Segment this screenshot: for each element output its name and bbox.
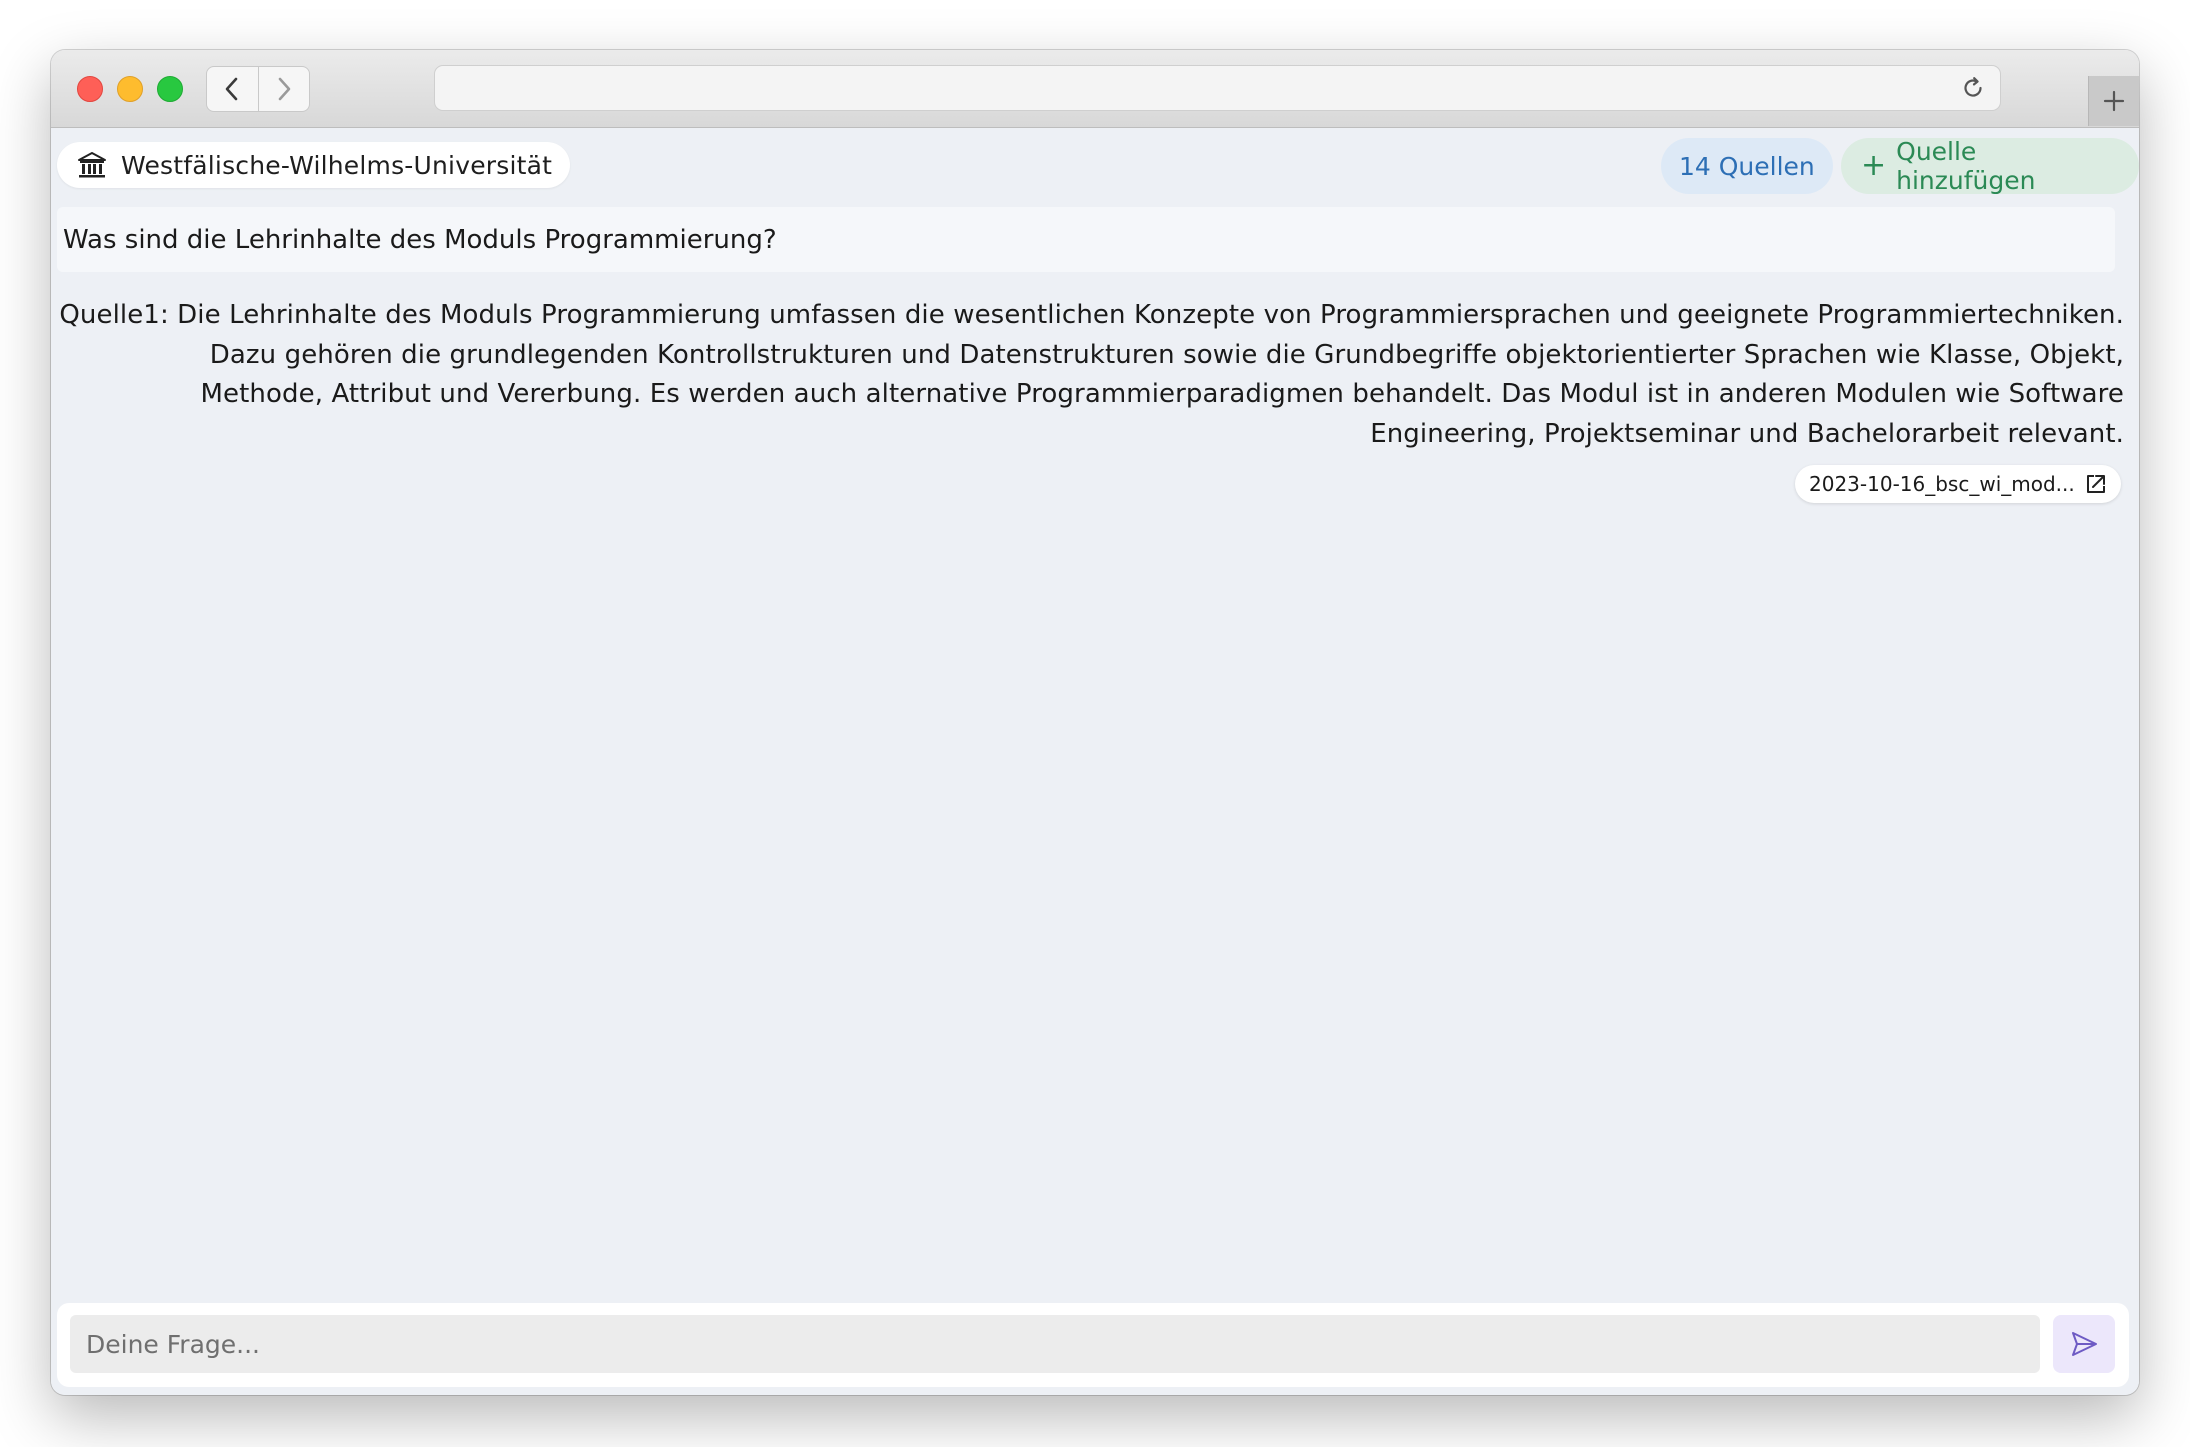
chevron-right-icon [278, 77, 291, 101]
chat-app: Westfälische-Wilhelms-Universität 14 Que… [51, 128, 2139, 1395]
source-document-chip[interactable]: 2023-10-16_bsc_wi_mod... [1795, 465, 2121, 503]
minimize-window-button[interactable] [117, 76, 143, 102]
add-source-button[interactable]: + Quelle hinzufügen [1841, 137, 2139, 195]
reload-icon[interactable] [1960, 75, 1986, 101]
plus-icon: + [1861, 148, 1887, 183]
history-navigation [206, 66, 310, 112]
add-source-label: Quelle hinzufügen [1896, 137, 2036, 195]
answer-line: Quelle1: Die Lehrinhalte des Moduls Prog… [59, 300, 2124, 330]
address-bar[interactable] [434, 65, 2001, 111]
university-building-icon [78, 152, 106, 178]
assistant-answer: Quelle1: Die Lehrinhalte des Moduls Prog… [59, 296, 2124, 454]
plus-icon [2103, 90, 2125, 112]
institution-label: Westfälische-Wilhelms-Universität [121, 150, 553, 180]
message-composer [57, 1303, 2129, 1387]
forward-button[interactable] [257, 67, 310, 111]
institution-selector[interactable]: Westfälische-Wilhelms-Universität [57, 142, 571, 188]
user-question: Was sind die Lehrinhalte des Moduls Prog… [57, 207, 2115, 272]
new-tab-button[interactable] [2088, 76, 2139, 126]
answer-line: Dazu gehören die grundlegenden Kontrolls… [209, 339, 2124, 370]
open-external-icon [2086, 475, 2105, 493]
source-document-label: 2023-10-16_bsc_wi_mod... [1809, 472, 2075, 496]
answer-line: Methode, Attribut und Vererbung. Es werd… [200, 379, 2124, 409]
back-button[interactable] [207, 67, 258, 111]
question-text: Was sind die Lehrinhalte des Moduls Prog… [63, 224, 777, 255]
maximize-window-button[interactable] [157, 76, 183, 102]
send-icon [2072, 1332, 2097, 1356]
sources-count-button[interactable]: 14 Quellen [1661, 138, 1833, 194]
sources-count-label: 14 Quellen [1679, 151, 1815, 181]
answer-line: Engineering, Projektseminar und Bachelor… [1370, 418, 2124, 449]
question-input[interactable] [70, 1315, 2040, 1373]
browser-window: Westfälische-Wilhelms-Universität 14 Que… [51, 50, 2139, 1395]
chevron-left-icon [225, 77, 238, 101]
close-window-button[interactable] [77, 76, 103, 102]
send-button[interactable] [2053, 1315, 2115, 1373]
browser-toolbar [51, 50, 2139, 128]
